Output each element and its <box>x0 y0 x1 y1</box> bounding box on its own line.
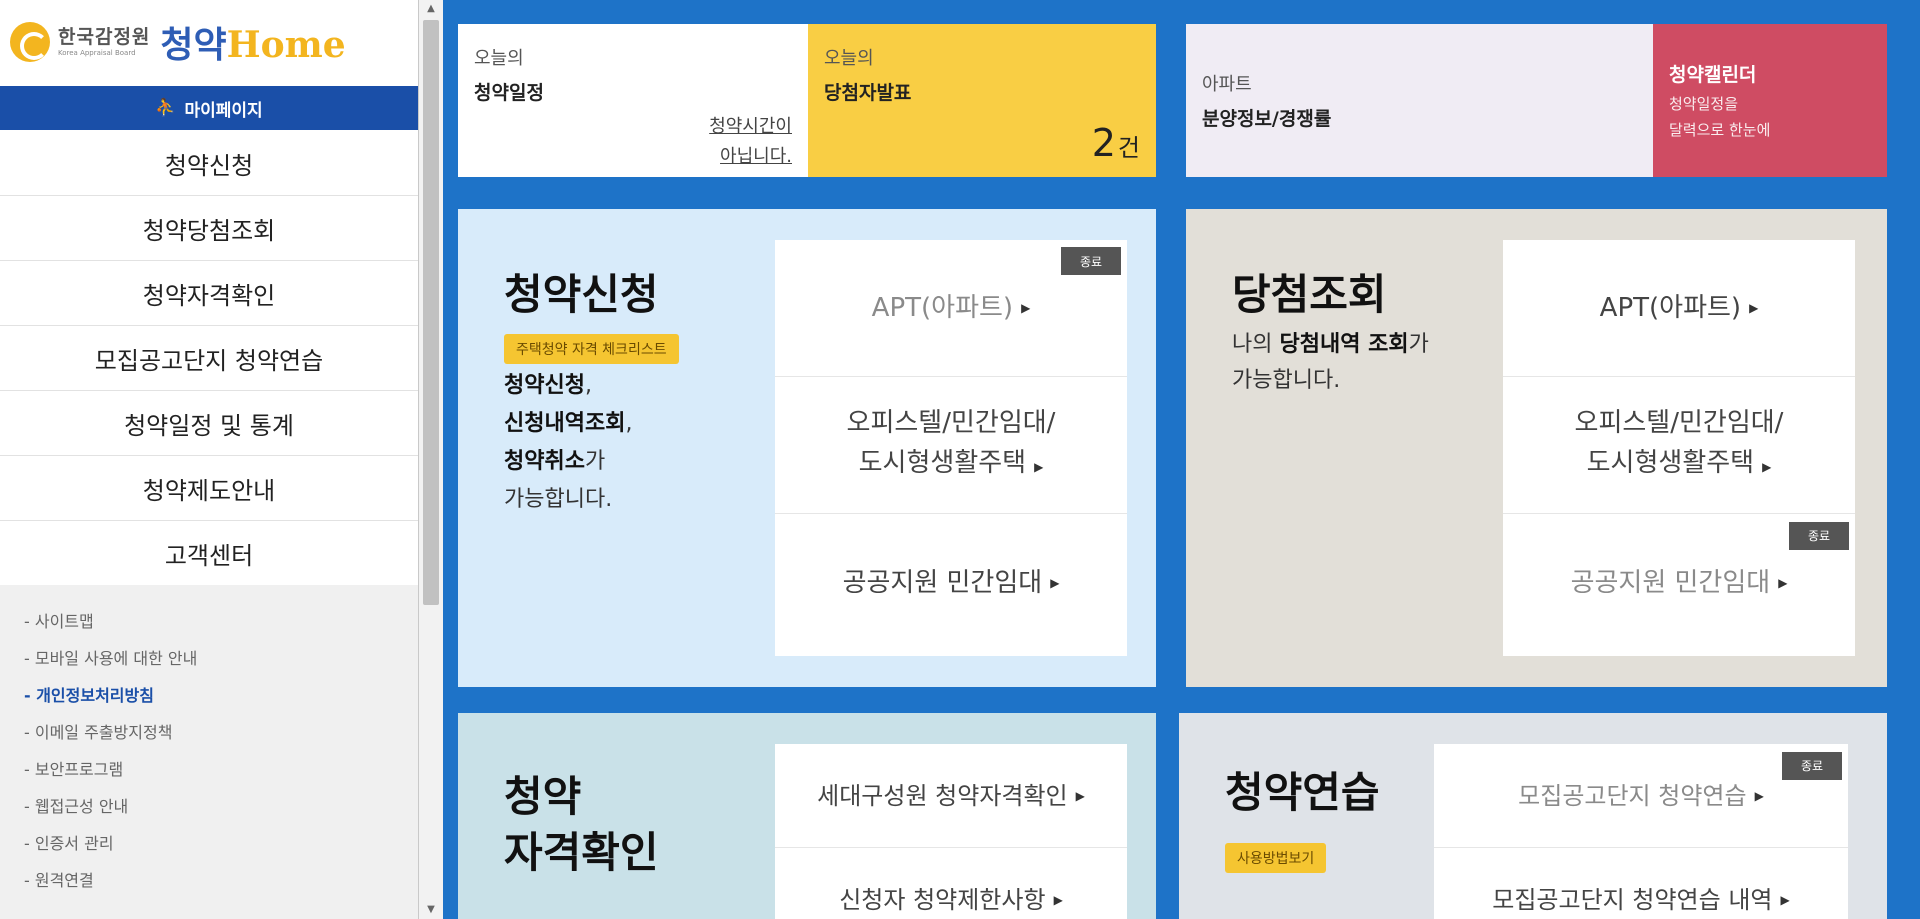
arrow-right-icon: ▶ <box>1754 788 1764 803</box>
winner-count: 2 건 <box>1092 121 1140 165</box>
today-winners-box[interactable]: 오늘의 당첨자발표 2 건 <box>808 24 1156 177</box>
arrow-right-icon: ▶ <box>1053 893 1063 907</box>
logo[interactable]: 한국감정원 Korea Appraisal Board 청약Home <box>10 14 410 70</box>
qualification-card: 청약 자격확인 세대구성원 청약자격확인 ▶ 신청자 청약제한사항 ▶ <box>458 713 1156 919</box>
footer-link-sitemap[interactable]: - 사이트맵 <box>24 610 418 647</box>
sidebar-item-system-guide[interactable]: 청약제도안내 <box>0 456 418 521</box>
arrow-right-icon: ▶ <box>1050 575 1060 590</box>
today-schedule-box[interactable]: 오늘의 청약일정 청약시간이 아닙니다. <box>458 24 808 177</box>
logo-brand-suffix: Home <box>226 24 346 66</box>
apply-card-desc: 청약신청, 신청내역조회, 청약취소가 가능합니다. <box>504 373 633 512</box>
apply-public-rental-link[interactable]: 공공지원 민간임대 ▶ <box>775 514 1127 651</box>
apply-apt-link[interactable]: APT(아파트) ▶ <box>775 240 1127 377</box>
arrow-right-icon: ▶ <box>1780 893 1790 907</box>
today-schedule-title: 청약일정 <box>474 82 544 104</box>
apply-card: 청약신청 주택청약 자격 체크리스트 청약신청, 신청내역조회, 청약취소가 가… <box>458 209 1156 687</box>
win-card-desc: 나의 당첨내역 조회가 가능합니다. <box>1232 332 1429 393</box>
arrow-right-icon: ▶ <box>1034 460 1044 474</box>
qualification-card-title: 청약 자격확인 <box>504 772 659 877</box>
apt-info-small: 아파트 <box>1202 74 1252 95</box>
checklist-badge[interactable]: 주택청약 자격 체크리스트 <box>504 334 679 364</box>
win-card: 당첨조회 나의 당첨내역 조회가 가능합니다. APT(아파트) ▶ 오피스텔/민… <box>1186 209 1887 687</box>
win-officetel-link[interactable]: 오피스텔/민간임대/ 도시형생활주택 ▶ <box>1503 377 1855 514</box>
apply-card-title: 청약신청 <box>504 270 659 319</box>
sidebar-item-win-check[interactable]: 청약당첨조회 <box>0 196 418 261</box>
apply-menu: 종료 APT(아파트) ▶ 오피스텔/민간임대/ 도시형생활주택 ▶ 공공지원 민간… <box>775 240 1127 656</box>
kab-logo-icon <box>10 22 50 62</box>
sidebar-item-customer-center[interactable]: 고객센터 <box>0 521 418 586</box>
calendar-box[interactable]: 청약캘린더 청약일정을 달력으로 한눈에 <box>1653 24 1887 177</box>
footer-link-email-policy[interactable]: - 이메일 주출방지정책 <box>24 721 418 758</box>
sidebar-item-practice[interactable]: 모집공고단지 청약연습 <box>0 326 418 391</box>
schedule-note-line1: 청약시간이 <box>709 116 792 137</box>
sidebar-item-label: 청약신청 <box>164 151 254 180</box>
calendar-sub-line1: 청약일정을 <box>1669 95 1739 113</box>
calendar-sub-line2: 달력으로 한눈에 <box>1669 121 1771 139</box>
footer-link-remote[interactable]: - 원격연결 <box>24 869 418 906</box>
win-apt-link[interactable]: APT(아파트) ▶ <box>1503 240 1855 377</box>
practice-history-link[interactable]: 모집공고단지 청약연습 내역 ▶ <box>1434 848 1848 919</box>
practice-menu: 종료 모집공고단지 청약연습 ▶ 모집공고단지 청약연습 내역 ▶ <box>1434 744 1848 919</box>
logo-brand-prefix: 청약 <box>160 24 227 66</box>
footer-link-security-program[interactable]: - 보안프로그램 <box>24 758 418 795</box>
ended-badge: 종료 <box>1782 752 1842 780</box>
win-menu: APT(아파트) ▶ 오피스텔/민간임대/ 도시형생활주택 ▶ 종료 공공지원 민간… <box>1503 240 1855 656</box>
footer-link-privacy-policy[interactable]: - 개인정보처리방침 <box>24 684 418 721</box>
arrow-right-icon: ▶ <box>1778 575 1788 590</box>
logo-org-english: Korea Appraisal Board <box>58 48 136 57</box>
schedule-note-link[interactable]: 청약시간이 아닙니다. <box>709 112 792 172</box>
mypage-label: 마이페이지 <box>184 100 263 121</box>
sidebar-item-label: 청약당첨조회 <box>142 216 276 245</box>
household-qualification-link[interactable]: 세대구성원 청약자격확인 ▶ <box>775 744 1127 848</box>
apply-officetel-link[interactable]: 오피스텔/민간임대/ 도시형생활주택 ▶ <box>775 377 1127 514</box>
win-card-title: 당첨조회 <box>1232 270 1387 319</box>
applicant-restriction-link[interactable]: 신청자 청약제한사항 ▶ <box>775 848 1127 919</box>
sidebar-item-label: 모집공고단지 청약연습 <box>94 346 324 375</box>
practice-card-title: 청약연습 <box>1225 768 1380 817</box>
sidebar-scrollbar[interactable]: ▲ ▼ <box>419 0 443 919</box>
mypage-button[interactable]: ⛹ 마이페이지 <box>0 86 418 130</box>
today-winners-title: 당첨자발표 <box>824 82 912 104</box>
footer-links: - 사이트맵 - 모바일 사용에 대한 안내 - 개인정보처리방침 - 이메일 … <box>0 585 418 919</box>
scroll-thumb[interactable] <box>423 20 439 605</box>
win-public-rental-link[interactable]: 종료 공공지원 민간임대 ▶ <box>1503 514 1855 651</box>
ended-badge: 종료 <box>1789 522 1849 550</box>
footer-link-accessibility[interactable]: - 웹접근성 안내 <box>24 795 418 832</box>
person-icon: ⛹ <box>155 98 177 118</box>
qualification-menu: 세대구성원 청약자격확인 ▶ 신청자 청약제한사항 ▶ <box>775 744 1127 919</box>
apt-info-box[interactable]: 아파트 분양정보/경쟁률 <box>1186 24 1653 177</box>
sidebar-item-qualification[interactable]: 청약자격확인 <box>0 261 418 326</box>
scroll-down-icon[interactable]: ▼ <box>419 901 443 919</box>
practice-link[interactable]: 종료 모집공고단지 청약연습 ▶ <box>1434 744 1848 848</box>
footer-link-certificate[interactable]: - 인증서 관리 <box>24 832 418 869</box>
practice-card: 청약연습 사용방법보기 종료 모집공고단지 청약연습 ▶ 모집공고단지 청약연습 … <box>1179 713 1887 919</box>
apt-info-title: 분양정보/경쟁률 <box>1202 108 1332 130</box>
arrow-right-icon: ▶ <box>1749 301 1759 315</box>
sidebar-item-label: 청약제도안내 <box>142 476 276 505</box>
footer-link-mobile-guide[interactable]: - 모바일 사용에 대한 안내 <box>24 647 418 684</box>
arrow-right-icon: ▶ <box>1075 788 1085 803</box>
calendar-title: 청약캘린더 <box>1669 64 1757 86</box>
sidebar: 한국감정원 Korea Appraisal Board 청약Home ⛹ 마이페… <box>0 0 419 919</box>
arrow-right-icon: ▶ <box>1021 301 1031 315</box>
winner-count-number: 2 <box>1091 121 1116 165</box>
today-schedule-small: 오늘의 <box>474 48 524 69</box>
winner-count-unit: 건 <box>1117 134 1140 162</box>
schedule-note-line2: 아닙니다. <box>720 146 792 167</box>
logo-brand: 청약Home <box>160 16 345 68</box>
scroll-up-icon[interactable]: ▲ <box>419 0 443 18</box>
sidebar-item-label: 고객센터 <box>164 541 254 570</box>
logo-org-name: 한국감정원 <box>58 25 151 48</box>
sidebar-item-label: 청약자격확인 <box>142 281 276 310</box>
sidebar-item-label: 청약일정 및 통계 <box>124 411 294 440</box>
sidebar-item-schedule-stats[interactable]: 청약일정 및 통계 <box>0 391 418 456</box>
how-to-use-badge[interactable]: 사용방법보기 <box>1225 843 1327 873</box>
arrow-right-icon: ▶ <box>1762 460 1772 474</box>
sidebar-item-apply[interactable]: 청약신청 <box>0 131 418 196</box>
today-winners-small: 오늘의 <box>824 48 874 69</box>
sidebar-nav: 청약신청 청약당첨조회 청약자격확인 모집공고단지 청약연습 청약일정 및 통계… <box>0 131 418 586</box>
